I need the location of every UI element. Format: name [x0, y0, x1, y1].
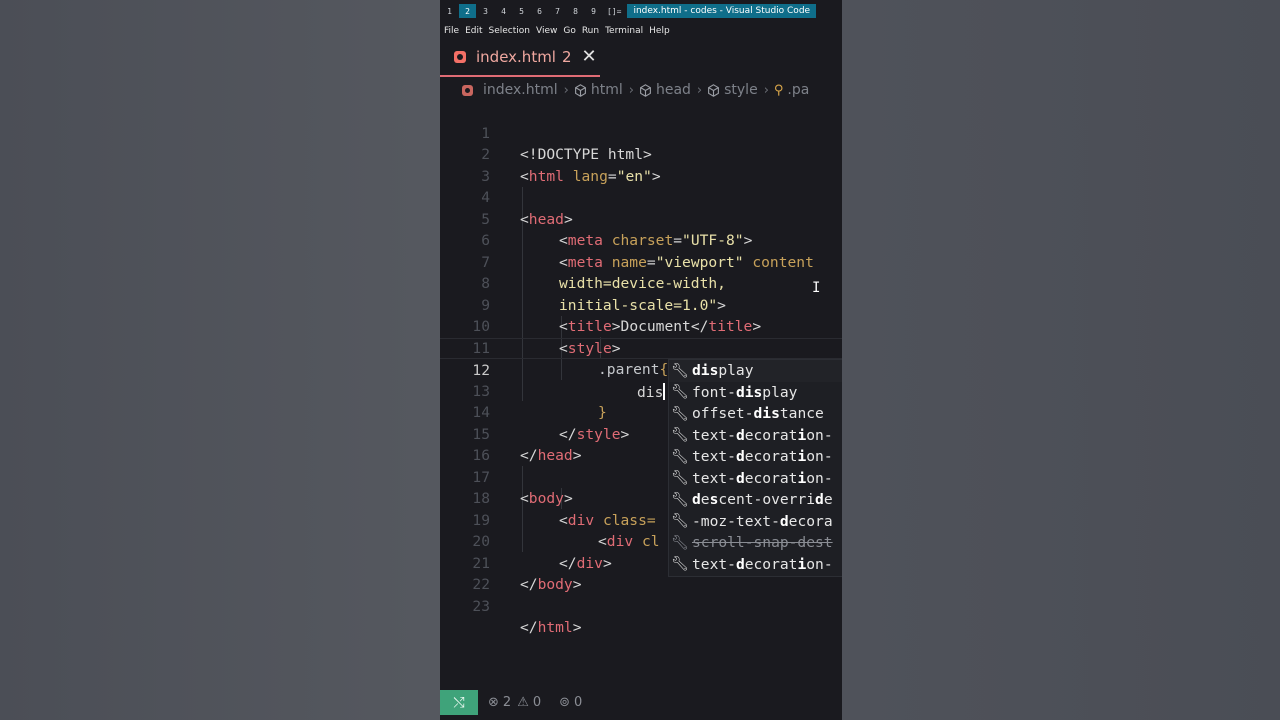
- breadcrumb: index.html › html › head › style › ⚲ .pa: [440, 79, 842, 101]
- menu-bar: File Edit Selection View Go Run Terminal…: [440, 22, 842, 39]
- wrench-icon: 🔧︎: [671, 513, 689, 530]
- workspace-7[interactable]: 7: [549, 4, 566, 18]
- ports-indicator[interactable]: ⊚ 0: [559, 695, 582, 710]
- cube-icon: [708, 83, 720, 97]
- suggestion-item[interactable]: 🔧︎ font-display: [669, 382, 842, 404]
- cube-icon: [640, 83, 651, 97]
- workspace-4[interactable]: 4: [495, 4, 512, 18]
- tab-index-html[interactable]: index.html 2 ✕: [440, 39, 600, 77]
- line-number: 23: [472, 597, 490, 615]
- cube-icon: [574, 83, 586, 97]
- css-selector-icon: ⚲: [773, 82, 784, 98]
- wrench-icon: 🔧︎: [671, 427, 689, 444]
- wrench-icon: 🔧︎: [671, 491, 689, 508]
- chevron-right-icon: ›: [696, 82, 703, 98]
- code-line: 11 .parent{: [440, 316, 842, 379]
- workspace-5[interactable]: 5: [513, 4, 530, 18]
- chevron-right-icon: ›: [563, 82, 569, 98]
- autocomplete-suggestions: 🔧︎ display 🔧︎ font-display 🔧︎ offset-distan…: [668, 359, 842, 577]
- breadcrumb-file[interactable]: index.html: [483, 82, 558, 98]
- html-file-icon: [454, 51, 466, 63]
- code-line: 8 initial-scale=1.0">: [440, 252, 842, 314]
- suggestion-item[interactable]: 🔧︎ text-decoration-: [669, 468, 842, 490]
- vscode-window: 1 2 3 4 5 6 7 8 9 []= index.html - codes…: [440, 0, 842, 720]
- code-line: 1 <!DOCTYPE html>: [440, 101, 842, 164]
- menu-run[interactable]: Run: [582, 26, 599, 36]
- suggestion-item[interactable]: 🔧︎ -moz-text-decora: [669, 511, 842, 533]
- code-line: 4 <head>: [440, 166, 842, 228]
- layout-indicator: []=: [607, 6, 622, 16]
- warning-icon: ⚠: [517, 695, 529, 710]
- tab-bar: index.html 2 ✕: [440, 39, 842, 77]
- menu-selection[interactable]: Selection: [489, 26, 530, 36]
- code-line: 10 <style>: [440, 295, 842, 357]
- workspace-1[interactable]: 1: [441, 4, 458, 18]
- problem-count-badge: 2: [561, 48, 572, 66]
- wrench-icon: 🔧︎: [671, 405, 689, 422]
- workspace-8[interactable]: 8: [567, 4, 584, 18]
- line-content: </html>: [520, 619, 582, 636]
- error-icon: ⊗: [488, 695, 499, 710]
- workspace-2[interactable]: 2: [459, 4, 476, 18]
- code-line: 3: [440, 144, 842, 185]
- html-file-icon: [462, 84, 473, 96]
- wrench-icon: 🔧︎: [671, 362, 689, 379]
- window-title: index.html - codes - Visual Studio Code: [627, 4, 817, 18]
- suggestion-item-deprecated[interactable]: 🔧︎ scroll-snap-dest: [669, 532, 842, 554]
- code-line: 23 </html>: [440, 574, 842, 637]
- menu-go[interactable]: Go: [563, 26, 575, 36]
- menu-terminal[interactable]: Terminal: [605, 26, 643, 36]
- tab-label: index.html: [476, 48, 556, 66]
- code-line: 6 <meta name="viewport" content: [440, 209, 842, 271]
- wrench-icon: 🔧︎: [671, 556, 689, 573]
- remote-indicator-button[interactable]: ⤭: [440, 690, 478, 715]
- workspace-3[interactable]: 3: [477, 4, 494, 18]
- problems-indicator[interactable]: ⊗ 2 ⚠ 0: [488, 695, 541, 710]
- code-line-current: 12 dis: [440, 337, 842, 401]
- breadcrumb-head[interactable]: head: [656, 82, 691, 98]
- workspace-9[interactable]: 9: [585, 4, 602, 18]
- suggestion-item[interactable]: 🔧︎ offset-distance: [669, 403, 842, 425]
- code-line: 5 <meta charset="UTF-8">: [440, 187, 842, 250]
- suggestion-item[interactable]: 🔧︎ display: [669, 360, 842, 382]
- code-line: 2 <html lang="en">: [440, 123, 842, 185]
- breadcrumb-html[interactable]: html: [591, 82, 623, 98]
- menu-edit[interactable]: Edit: [465, 26, 482, 36]
- code-line: 9 <title>Document</title>: [440, 273, 842, 336]
- suggestion-item[interactable]: 🔧︎ text-decoration-: [669, 425, 842, 447]
- suggestion-item[interactable]: 🔧︎ text-decoration-: [669, 554, 842, 576]
- workspace-6[interactable]: 6: [531, 4, 548, 18]
- wrench-icon: 🔧︎: [671, 448, 689, 465]
- chevron-right-icon: ›: [763, 82, 769, 98]
- suggestion-item[interactable]: 🔧︎ descent-override: [669, 489, 842, 511]
- wrench-icon: 🔧︎: [671, 534, 689, 551]
- mouse-ibeam-cursor-icon: I: [812, 280, 821, 296]
- close-icon[interactable]: ✕: [582, 48, 597, 66]
- window-manager-bar: 1 2 3 4 5 6 7 8 9 []= index.html - codes…: [440, 0, 842, 22]
- breadcrumb-selector[interactable]: .pa: [787, 82, 809, 98]
- broadcast-icon: ⊚: [559, 695, 571, 710]
- code-line: 7 width=device-width,: [440, 230, 842, 293]
- menu-help[interactable]: Help: [649, 26, 670, 36]
- status-bar: ⤭ ⊗ 2 ⚠ 0 ⊚ 0: [440, 690, 842, 715]
- wrench-icon: 🔧︎: [671, 384, 689, 401]
- menu-view[interactable]: View: [536, 26, 557, 36]
- code-editor[interactable]: 1 <!DOCTYPE html> 2 <html lang="en"> 3 4…: [440, 101, 842, 691]
- wrench-icon: 🔧︎: [671, 470, 689, 487]
- chevron-right-icon: ›: [628, 82, 634, 98]
- suggestion-item[interactable]: 🔧︎ text-decoration-: [669, 446, 842, 468]
- breadcrumb-style[interactable]: style: [724, 82, 758, 98]
- menu-file[interactable]: File: [444, 26, 459, 36]
- remote-icon: ⤭: [453, 694, 465, 711]
